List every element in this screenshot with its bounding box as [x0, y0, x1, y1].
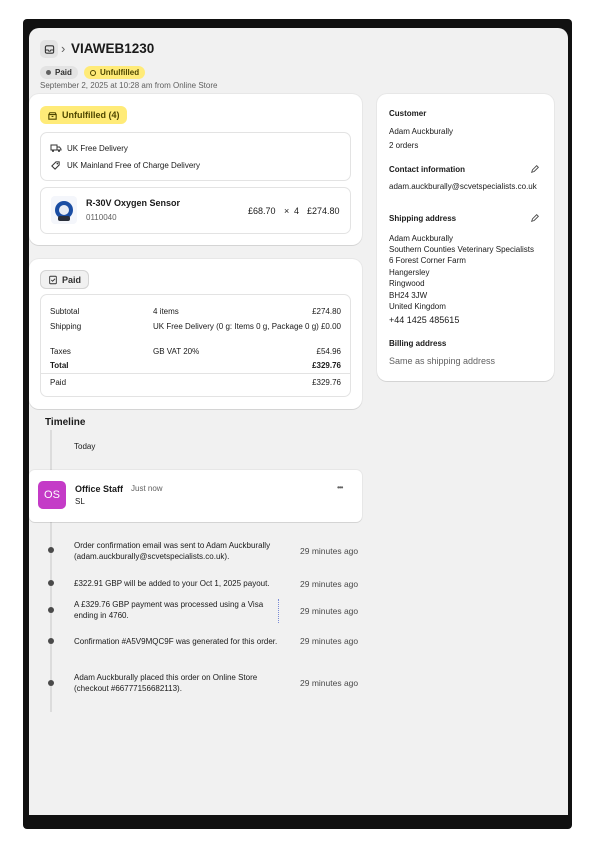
unfulfilled-count-label: Unfulfilled (4) [62, 110, 120, 120]
fulfillment-status-label: Unfulfilled [100, 68, 140, 77]
timeline-title: Timeline [45, 417, 86, 428]
timeline-comment: OS Office Staff Just now SL ••• [29, 470, 362, 522]
payment-summary-box: Subtotal 4 items £274.80 Shipping UK Fre… [40, 294, 351, 397]
edit-contact-icon[interactable] [530, 164, 540, 174]
comment-time: Just now [131, 484, 163, 493]
payment-card: Paid Subtotal 4 items £274.80 Shipping U… [29, 259, 362, 409]
order-subtitle: September 2, 2025 at 10:28 am from Onlin… [40, 81, 218, 90]
discount-tag-icon [51, 161, 60, 170]
edit-shipping-icon[interactable] [530, 213, 540, 223]
quantity-times: × [284, 206, 290, 216]
address-country: United Kingdom [389, 302, 446, 311]
payment-paid-badge: Paid [40, 270, 90, 289]
unfulfilled-ring-icon [90, 69, 96, 76]
subtotal-desc: 4 items [153, 307, 179, 316]
payment-paid-label: Paid [62, 274, 82, 285]
product-thumbnail [51, 196, 77, 224]
timeline-dot [48, 547, 54, 553]
address-company: Southern Counties Veterinary Specialists [389, 245, 534, 254]
timeline-event-text: Order confirmation email was sent to Ada… [74, 541, 271, 561]
timeline-event-text: £322.91 GBP will be added to your Oct 1,… [74, 579, 270, 588]
order-page: › VIAWEB1230 Paid Unfulfilled September … [29, 28, 568, 815]
taxes-desc: GB VAT 20% [153, 347, 200, 356]
paid-status-badge: Paid [40, 66, 78, 79]
address-name: Adam Auckburally [389, 234, 454, 243]
customer-card: Customer Adam Auckburally 2 orders Conta… [377, 94, 554, 381]
delivery-method: UK Free Delivery [67, 144, 128, 153]
timeline-dot [48, 580, 54, 586]
fulfillment-box-icon [48, 111, 57, 120]
timeline-event-time: 29 minutes ago [300, 606, 359, 616]
breadcrumb-separator: › [61, 41, 66, 56]
shipping-address-title: Shipping address [389, 214, 457, 223]
timeline-event-time: 29 minutes ago [300, 678, 359, 688]
timeline-event-time: 29 minutes ago [300, 636, 359, 646]
unit-price: £68.70 [248, 206, 276, 216]
total-label: Total [50, 361, 69, 370]
subtotal-amount: £274.80 [312, 307, 341, 316]
taxes-label: Taxes [50, 347, 71, 356]
orders-nav-icon[interactable] [40, 40, 58, 58]
product-sku: 0110040 [86, 213, 117, 222]
taxes-amount: £54.96 [316, 347, 341, 356]
customer-name-link[interactable]: Adam Auckburally [389, 127, 453, 136]
paid-amount: £329.76 [312, 378, 341, 387]
billing-address-title: Billing address [389, 339, 447, 348]
timeline-event-text: Adam Auckburally placed this order on On… [74, 673, 258, 693]
total-amount: £329.76 [312, 361, 341, 370]
contact-info-title: Contact information [389, 165, 465, 174]
address-line2: Hangersley [389, 268, 430, 277]
delivery-discount: UK Mainland Free of Charge Delivery [67, 161, 200, 170]
line-item[interactable]: R-30V Oxygen Sensor 0110040 £68.70 × 4 £… [40, 187, 351, 234]
address-city: Ringwood [389, 279, 425, 288]
customer-title: Customer [389, 109, 427, 118]
timeline-event-time: 29 minutes ago [300, 546, 359, 556]
timeline-day: Today [74, 442, 96, 451]
paid-dot-icon [46, 70, 51, 75]
timeline-event-text: A £329.76 GBP payment was processed usin… [74, 599, 279, 623]
comment-more-button[interactable]: ••• [337, 483, 343, 492]
paid-label: Paid [50, 378, 67, 387]
billing-address-text: Same as shipping address [389, 356, 496, 366]
avatar-initials: OS [44, 489, 60, 501]
delivery-box: UK Free Delivery UK Mainland Free of Cha… [40, 132, 351, 181]
address-line1: 6 Forest Corner Farm [389, 256, 466, 265]
fulfillment-status-badge: Unfulfilled [84, 66, 146, 79]
comment-author: Office Staff [75, 484, 124, 494]
comment-text: SL [75, 497, 85, 506]
timeline-dot [48, 638, 54, 644]
timeline-dot [48, 680, 54, 686]
customer-email[interactable]: adam.auckburally@scvetspecialists.co.uk [389, 182, 547, 192]
fulfillment-card: Unfulfilled (4) UK Free Delivery UK Main… [29, 94, 362, 245]
address-phone: +44 1425 485615 [389, 315, 460, 325]
shipping-amount: £0.00 [320, 322, 341, 331]
total-divider [41, 373, 350, 374]
quantity: 4 [294, 206, 300, 216]
receipt-check-icon [49, 275, 57, 284]
line-total: £274.80 [307, 206, 340, 216]
page-title: VIAWEB1230 [71, 41, 155, 56]
shipping-desc: UK Free Delivery (0 g: Items 0 g, Packag… [153, 322, 319, 331]
address-postcode: BH24 3JW [389, 291, 428, 300]
truck-icon [50, 144, 62, 152]
timeline-dot [48, 607, 54, 613]
avatar: OS [38, 481, 66, 509]
subtotal-label: Subtotal [50, 307, 80, 316]
unfulfilled-count-badge: Unfulfilled (4) [40, 106, 127, 124]
shipping-label: Shipping [50, 322, 82, 331]
customer-orders-link[interactable]: 2 orders [389, 141, 418, 150]
product-name[interactable]: R-30V Oxygen Sensor [86, 198, 180, 208]
timeline-event-time: 29 minutes ago [300, 579, 359, 589]
timeline-event-text: Confirmation #A5V9MQC9F was generated fo… [74, 637, 278, 646]
paid-status-label: Paid [55, 68, 72, 77]
